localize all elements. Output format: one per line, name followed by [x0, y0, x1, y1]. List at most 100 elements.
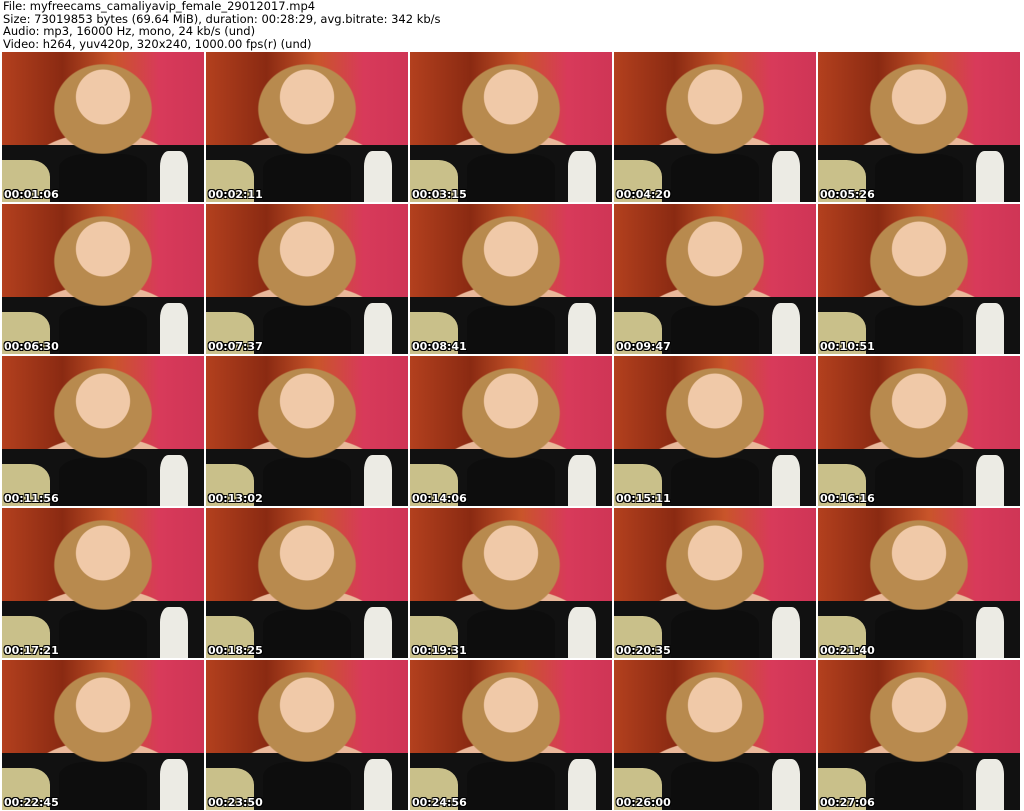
video-thumbnail: 00:18:25 — [206, 508, 408, 658]
thumbnail-image-shape — [874, 610, 964, 658]
thumbnail-timestamp: 00:24:56 — [412, 796, 467, 809]
thumbnail-image-shape — [771, 455, 800, 506]
thumbnail-timestamp: 00:04:20 — [616, 188, 671, 201]
thumbnail-image-shape — [567, 455, 596, 506]
thumbnail-image-shape — [771, 759, 800, 810]
thumbnail-image-shape — [670, 306, 760, 354]
video-thumbnail: 00:05:26 — [818, 52, 1020, 202]
video-thumbnail: 00:13:02 — [206, 356, 408, 506]
thumbnail-image-shape — [670, 154, 760, 202]
video-thumbnail: 00:02:11 — [206, 52, 408, 202]
thumbnail-image-shape — [975, 607, 1004, 658]
thumbnail-image-shape — [874, 306, 964, 354]
video-thumbnail: 00:16:16 — [818, 356, 1020, 506]
thumbnail-image-shape — [771, 151, 800, 202]
thumbnail-image-shape — [363, 455, 392, 506]
thumbnail-image-shape — [159, 759, 188, 810]
thumbnail-image-shape — [874, 762, 964, 810]
thumbnail-timestamp: 00:13:02 — [208, 492, 263, 505]
video-thumbnail: 00:01:06 — [2, 52, 204, 202]
thumbnail-image-shape — [159, 151, 188, 202]
thumbnail-image-shape — [159, 455, 188, 506]
thumbnail-image-shape — [262, 762, 352, 810]
file-name: File: myfreecams_camaliyavip_female_2901… — [3, 0, 316, 13]
thumbnail-timestamp: 00:09:47 — [616, 340, 671, 353]
thumbnail-image-shape — [670, 458, 760, 506]
thumbnail-timestamp: 00:02:11 — [208, 188, 263, 201]
audio-info: Audio: mp3, 16000 Hz, mono, 24 kb/s (und… — [3, 24, 256, 38]
thumbnail-image-shape — [466, 458, 556, 506]
thumbnail-timestamp: 00:16:16 — [820, 492, 875, 505]
thumbnail-image-shape — [975, 151, 1004, 202]
video-thumbnail: 00:19:31 — [410, 508, 612, 658]
thumbnail-image-shape — [466, 154, 556, 202]
thumbnail-image-shape — [670, 762, 760, 810]
video-thumbnail: 00:07:37 — [206, 204, 408, 354]
thumbnail-image-shape — [975, 455, 1004, 506]
thumbnail-timestamp: 00:17:21 — [4, 644, 59, 657]
thumbnail-timestamp: 00:11:56 — [4, 492, 59, 505]
video-thumbnail: 00:09:47 — [614, 204, 816, 354]
thumbnail-timestamp: 00:14:06 — [412, 492, 467, 505]
thumbnail-timestamp: 00:19:31 — [412, 644, 467, 657]
thumbnail-image-shape — [874, 458, 964, 506]
thumbnail-image-shape — [975, 759, 1004, 810]
thumbnail-image-shape — [159, 303, 188, 354]
thumbnail-timestamp: 00:01:06 — [4, 188, 59, 201]
thumbnail-image-shape — [670, 610, 760, 658]
thumbnail-image-shape — [975, 303, 1004, 354]
video-thumbnail: 00:21:40 — [818, 508, 1020, 658]
thumbnail-image-shape — [363, 151, 392, 202]
thumbnail-image-shape — [771, 607, 800, 658]
thumbnail-image-shape — [363, 607, 392, 658]
video-thumbnail: 00:26:00 — [614, 660, 816, 810]
video-thumbnail: 00:08:41 — [410, 204, 612, 354]
thumbnail-grid: 00:01:06 00:02:11 00:03:15 00:04:20 00:05:26… — [2, 52, 1020, 810]
thumbnail-image-shape — [466, 610, 556, 658]
thumbnail-image-shape — [466, 762, 556, 810]
thumbnail-image-shape — [567, 759, 596, 810]
thumbnail-image-shape — [58, 458, 148, 506]
thumbnail-image-shape — [58, 762, 148, 810]
video-thumbnail: 00:06:30 — [2, 204, 204, 354]
thumbnail-image-shape — [262, 458, 352, 506]
thumbnail-timestamp: 00:06:30 — [4, 340, 59, 353]
thumbnail-image-shape — [58, 154, 148, 202]
video-thumbnail: 00:14:06 — [410, 356, 612, 506]
video-thumbnail: 00:20:35 — [614, 508, 816, 658]
thumbnail-image-shape — [567, 151, 596, 202]
thumbnail-image-shape — [262, 610, 352, 658]
thumbnail-image-shape — [159, 607, 188, 658]
video-thumbnail: 00:23:50 — [206, 660, 408, 810]
thumbnail-image-shape — [771, 303, 800, 354]
video-thumbnail: 00:11:56 — [2, 356, 204, 506]
thumbnail-image-shape — [567, 607, 596, 658]
file-info-header: File: myfreecams_camaliyavip_female_2901… — [3, 0, 441, 50]
thumbnail-timestamp: 00:27:06 — [820, 796, 875, 809]
thumbnail-timestamp: 00:18:25 — [208, 644, 263, 657]
video-thumbnail: 00:27:06 — [818, 660, 1020, 810]
video-thumbnail: 00:04:20 — [614, 52, 816, 202]
video-thumbnail: 00:22:45 — [2, 660, 204, 810]
thumbnail-image-shape — [262, 154, 352, 202]
thumbnail-timestamp: 00:22:45 — [4, 796, 59, 809]
thumbnail-timestamp: 00:20:35 — [616, 644, 671, 657]
thumbnail-timestamp: 00:15:11 — [616, 492, 671, 505]
thumbnail-image-shape — [58, 610, 148, 658]
thumbnail-timestamp: 00:26:00 — [616, 796, 671, 809]
video-info: Video: h264, yuv420p, 320x240, 1000.00 f… — [3, 36, 312, 51]
thumbnail-image-shape — [567, 303, 596, 354]
thumbnail-timestamp: 00:05:26 — [820, 188, 875, 201]
video-thumbnail: 00:10:51 — [818, 204, 1020, 354]
thumbnail-timestamp: 00:21:40 — [820, 644, 875, 657]
thumbnail-timestamp: 00:10:51 — [820, 340, 875, 353]
thumbnail-timestamp: 00:23:50 — [208, 796, 263, 809]
thumbnail-timestamp: 00:03:15 — [412, 188, 467, 201]
thumbnail-image-shape — [363, 759, 392, 810]
video-thumbnail: 00:15:11 — [614, 356, 816, 506]
thumbnail-timestamp: 00:07:37 — [208, 340, 263, 353]
thumbnail-image-shape — [58, 306, 148, 354]
video-thumbnail: 00:24:56 — [410, 660, 612, 810]
video-thumbnail: 00:03:15 — [410, 52, 612, 202]
thumbnail-timestamp: 00:08:41 — [412, 340, 467, 353]
